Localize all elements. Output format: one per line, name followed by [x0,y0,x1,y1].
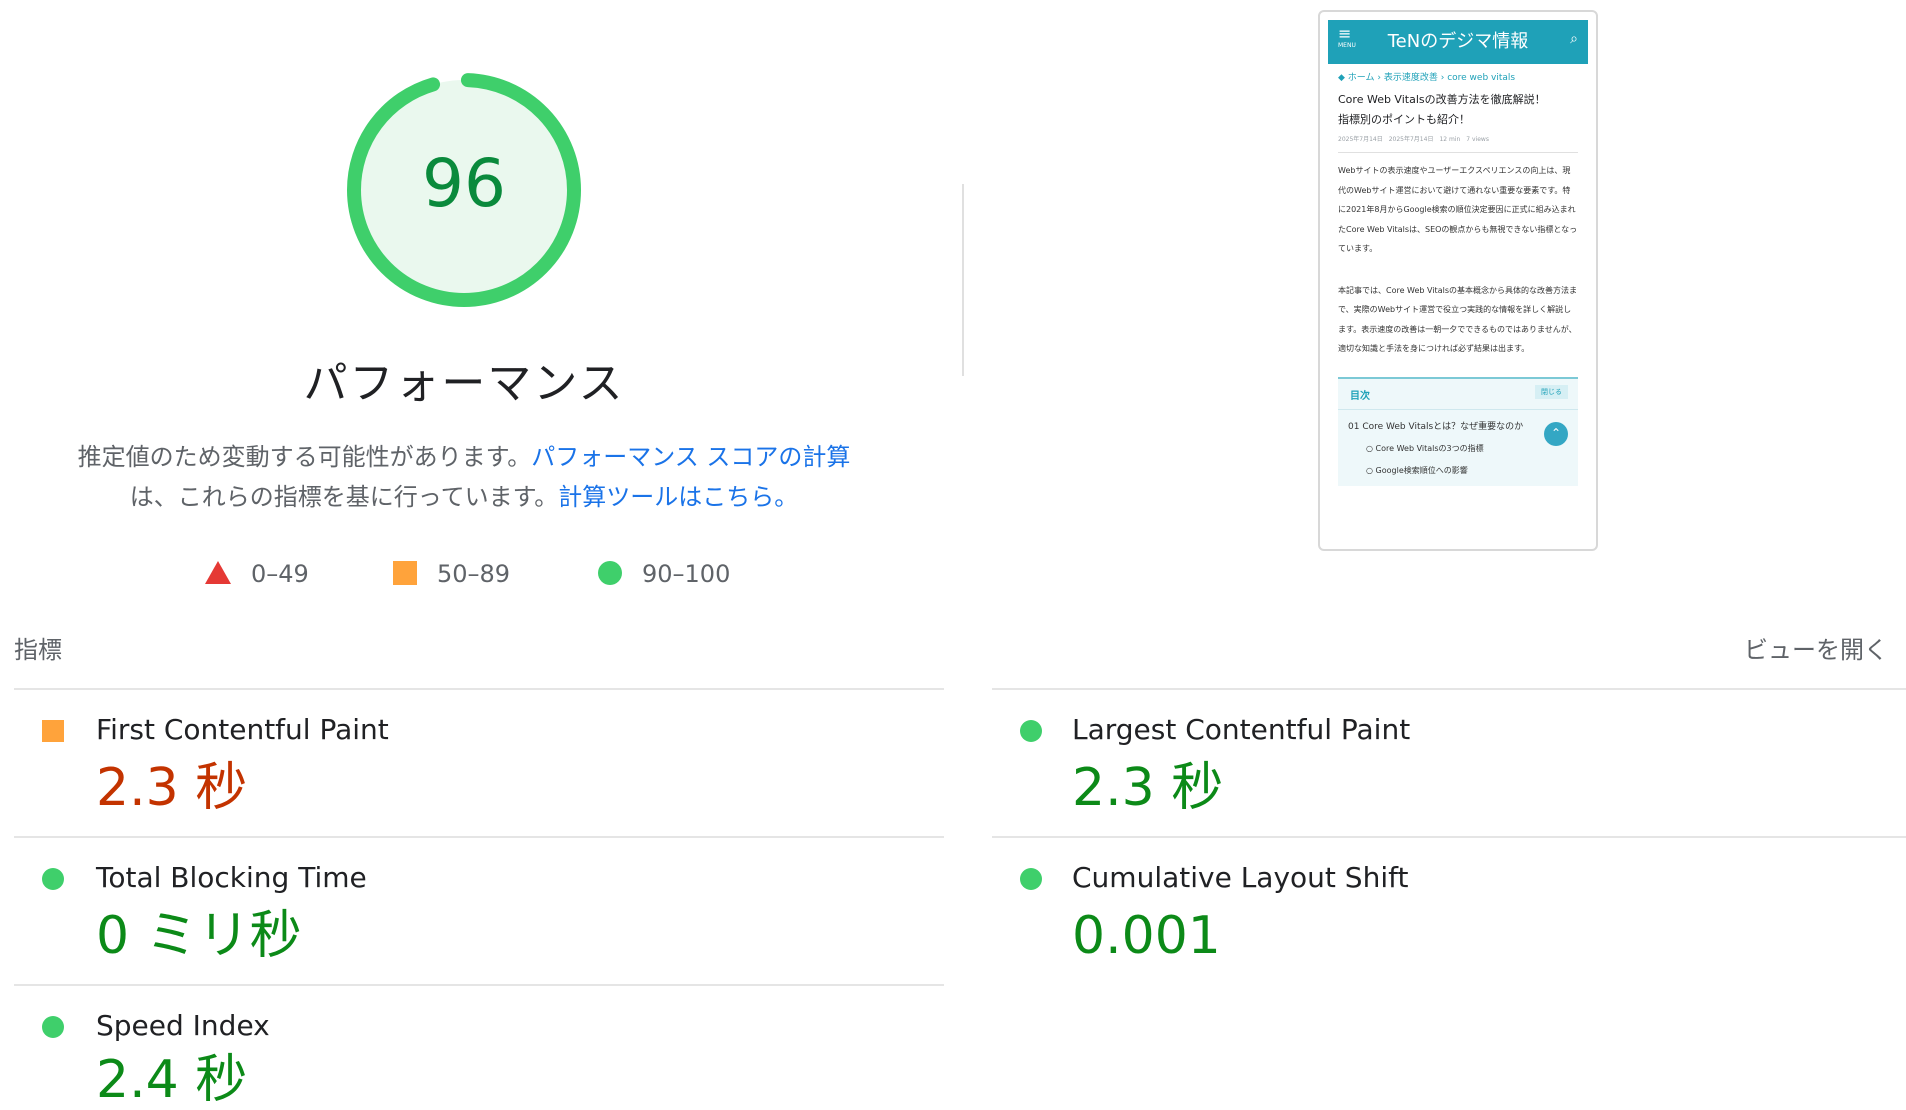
calculator-link[interactable]: 計算ツールはこちら。 [558,483,798,511]
description-text-1: 推定値のため変動する可能性があります。 [77,443,532,471]
category-title: パフォーマンス [303,358,625,409]
toc-item: ○ Core Web Vitalsの3つの指標 [1366,443,1484,453]
green-circle-icon [1020,720,1042,742]
legend-label: 90–100 [642,560,731,588]
red-triangle-icon [205,561,231,584]
metrics-section-label: 指標 [14,636,62,664]
orange-square-icon [42,720,64,742]
metric-name-lcp: Largest Contentful Paint [1072,713,1411,746]
thumbnail-breadcrumb: ◆ ホーム › 表示速度改善 › core web vitals [1338,73,1516,83]
thumbnail-site-header: ≡ MENU TeNのデジマ情報 ⌕ [1328,20,1588,64]
divider [14,688,944,690]
vertical-divider [962,184,964,376]
divider [992,688,1906,690]
metric-name-tbt: Total Blocking Time [96,861,367,894]
metric-value-si: 2.4 秒 [96,1050,248,1110]
metric-value-lcp: 2.3 秒 [1072,758,1224,818]
score-calculation-link[interactable]: パフォーマンス スコアの計算 [531,443,850,471]
thumbnail-toc: 目次 閉じる 01 Core Web Vitalsとは？なぜ重要なのか ○ Co… [1338,376,1578,486]
thumbnail-paragraph: Webサイトの表示速度やユーザーエクスペリエンスの向上は、現代のWebサイト運営… [1338,166,1578,253]
legend-item-fail: 0–49 [205,558,309,590]
toc-heading: 目次 [1350,390,1370,402]
toc-item: ○ Google検索順位への影響 [1366,465,1468,475]
thumbnail-article-meta: 2025年7月14日 2025年7月14日 12 min 7 views [1338,136,1489,143]
legend-item-average: 50–89 [393,558,510,590]
metric-value-cls: 0.001 [1072,906,1221,966]
green-circle-icon [42,1016,64,1038]
green-circle-icon [1020,868,1042,890]
metric-name-cls: Cumulative Layout Shift [1072,861,1409,894]
orange-square-icon [393,561,417,585]
score-description: 推定値のため変動する可能性があります。パフォーマンス スコアの計算 は、これらの… [60,437,868,517]
green-circle-icon [598,561,622,585]
page-screenshot-thumbnail[interactable]: ≡ MENU TeNのデジマ情報 ⌕ ◆ ホーム › 表示速度改善 › core … [1318,10,1598,551]
metric-value-tbt: 0 ミリ秒 [96,906,302,966]
thumbnail-rule [1338,152,1578,153]
thumbnail-paragraph: 本記事では、Core Web Vitalsの基本概念から具体的な改善方法まで、実… [1338,285,1577,354]
scroll-top-icon: ⌃ [1544,421,1568,446]
divider [14,984,944,986]
legend-label: 50–89 [437,560,511,588]
expand-view-toggle[interactable]: ビューを開く [1744,634,1888,666]
performance-score: 96 [422,145,506,222]
toc-close-button: 閉じる [1535,384,1568,399]
metric-name-si: Speed Index [96,1009,270,1042]
legend-item-pass: 90–100 [598,558,730,590]
metric-value-fcp: 2.3 秒 [96,758,248,818]
description-text-2: は、これらの指標を基に行っています。 [129,483,559,511]
green-circle-icon [42,868,64,890]
thumbnail-article-title: Core Web Vitalsの改善方法を徹底解説！ 指標別のポイントも紹介！ [1338,93,1546,126]
legend-label: 0–49 [251,560,309,588]
thumbnail-site-title: TeNのデジマ情報 [1387,31,1529,52]
search-icon: ⌕ [1570,31,1578,47]
divider [992,836,1906,838]
divider [14,836,944,838]
metric-name-fcp: First Contentful Paint [96,713,389,746]
